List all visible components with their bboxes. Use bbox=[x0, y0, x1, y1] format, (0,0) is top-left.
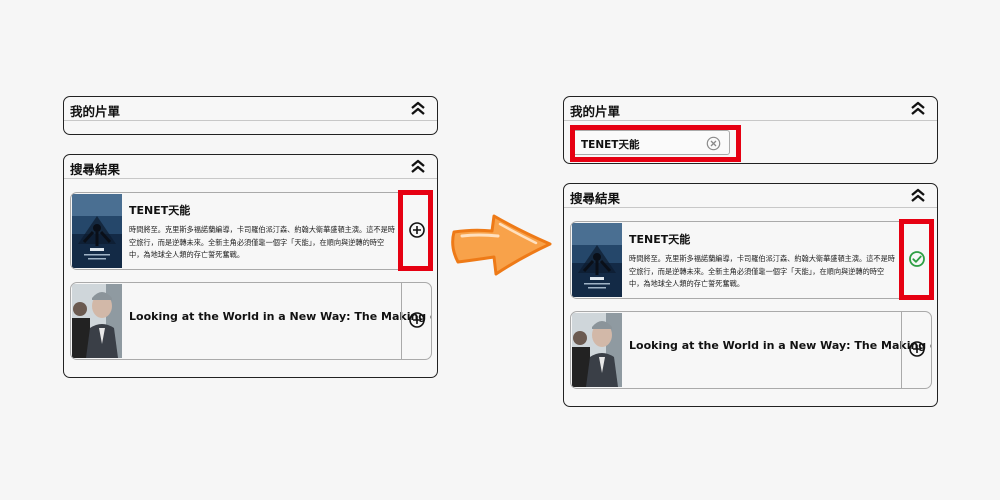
search-results-title: 搜尋結果 bbox=[570, 191, 621, 206]
making-of-poster bbox=[572, 313, 622, 387]
result-card-tenet: TENET天能 時間將至。克里斯多福諾蘭編導，卡司羅伯派汀森、約翰大衛華盛頓主演… bbox=[570, 221, 932, 299]
collapse-icon[interactable] bbox=[409, 158, 427, 174]
watchlist-panel-before: 我的片單 bbox=[63, 96, 438, 135]
result-title: TENET天能 bbox=[629, 233, 691, 246]
collapse-icon[interactable] bbox=[909, 187, 927, 203]
add-to-watchlist-button[interactable] bbox=[401, 283, 431, 359]
highlight-box bbox=[398, 190, 433, 271]
tenet-poster bbox=[572, 223, 622, 297]
collapse-icon[interactable] bbox=[409, 100, 427, 116]
search-results-header[interactable]: 搜尋結果 bbox=[64, 155, 437, 179]
collapse-icon[interactable] bbox=[909, 100, 927, 116]
tenet-poster bbox=[72, 194, 122, 268]
watchlist-header[interactable]: 我的片單 bbox=[564, 97, 937, 121]
plus-circle-icon bbox=[909, 341, 925, 357]
add-to-watchlist-button[interactable] bbox=[901, 312, 931, 388]
result-title: Looking at the World in a New Way: The M… bbox=[129, 310, 432, 323]
result-card-tenet: TENET天能 時間將至。克里斯多福諾蘭編導，卡司羅伯派汀森、約翰大衛華盛頓主演… bbox=[70, 192, 432, 270]
making-of-poster bbox=[72, 284, 122, 358]
watchlist-header[interactable]: 我的片單 bbox=[64, 97, 437, 121]
highlight-box bbox=[570, 125, 741, 162]
result-title: Looking at the World in a New Way: The M… bbox=[629, 339, 932, 352]
watchlist-title: 我的片單 bbox=[570, 104, 621, 119]
arrow-right-icon bbox=[451, 214, 552, 276]
result-description: 時間將至。克里斯多福諾蘭編導，卡司羅伯派汀森、約翰大衛華盛頓主演。這不是時空旅行… bbox=[129, 225, 395, 259]
watchlist-title: 我的片單 bbox=[70, 104, 121, 119]
plus-circle-icon bbox=[409, 312, 425, 328]
highlight-box bbox=[899, 219, 934, 300]
search-results-panel-before: 搜尋結果 TENET天能 時間將至。克里斯多福諾蘭編導，卡司羅伯派汀森、約翰大衛… bbox=[63, 154, 438, 378]
search-results-panel-after: 搜尋結果 TENET天能 時間將至。克里斯多福諾蘭編導，卡司羅伯派汀森、約翰大衛… bbox=[563, 183, 938, 407]
result-card-making-of: Looking at the World in a New Way: The M… bbox=[570, 311, 932, 389]
result-card-making-of: Looking at the World in a New Way: The M… bbox=[70, 282, 432, 360]
search-results-title: 搜尋結果 bbox=[70, 162, 121, 177]
result-title: TENET天能 bbox=[129, 204, 191, 217]
result-description: 時間將至。克里斯多福諾蘭編導，卡司羅伯派汀森、約翰大衛華盛頓主演。這不是時空旅行… bbox=[629, 254, 895, 288]
search-results-header[interactable]: 搜尋結果 bbox=[564, 184, 937, 208]
